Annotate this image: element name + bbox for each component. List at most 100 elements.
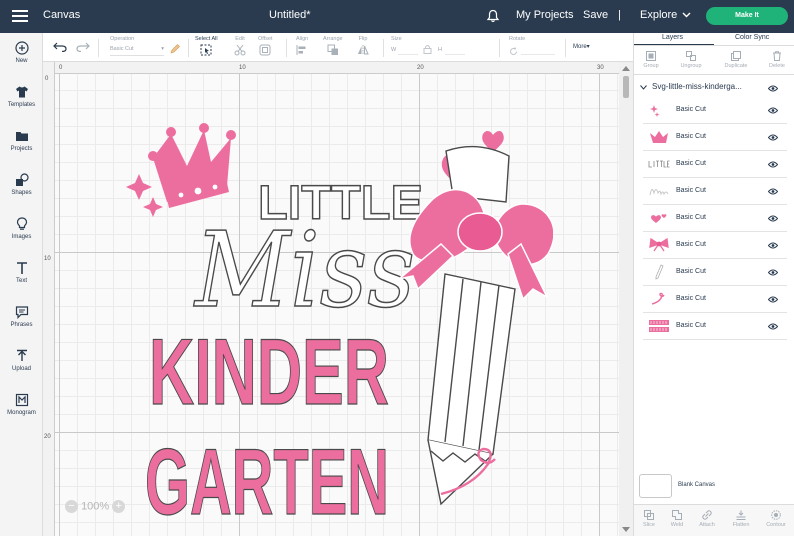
sidebar-item-text[interactable]: Text <box>0 261 43 301</box>
scroll-thumb[interactable] <box>623 76 629 98</box>
eye-icon[interactable] <box>768 323 778 330</box>
operation-label: Operation <box>110 36 135 42</box>
sidebar-item-projects[interactable]: Projects <box>0 129 43 169</box>
little-miss-kindergarten-artwork[interactable]: LITTLE Miss KINDER GARTEN <box>123 104 553 536</box>
weld-button[interactable]: Weld <box>661 510 693 528</box>
ungroup-icon <box>686 51 696 61</box>
sidebar-item-label: Images <box>11 234 32 240</box>
sidebar-item-new[interactable]: New <box>0 41 43 81</box>
explore-menu[interactable]: Explore <box>640 9 677 21</box>
layer-row[interactable]: Basic Cut <box>643 259 787 286</box>
layer-row[interactable]: Basic Cut <box>643 97 787 124</box>
arrange-button[interactable]: Arrange <box>323 36 343 56</box>
scroll-up-icon[interactable] <box>622 66 630 71</box>
duplicate-button[interactable]: Duplicate <box>716 51 756 69</box>
ruler-horizontal: 0 10 20 30 <box>43 62 619 74</box>
scroll-down-icon[interactable] <box>622 527 630 532</box>
more-menu[interactable]: More▾ <box>573 43 590 50</box>
toolbar-divider <box>565 39 566 57</box>
layer-row[interactable]: Basic Cut <box>643 286 787 313</box>
layer-row[interactable]: Basic Cut <box>643 232 787 259</box>
save-button[interactable]: Save <box>583 9 608 21</box>
height-input[interactable] <box>445 45 465 55</box>
rotate-input[interactable] <box>521 45 555 55</box>
eye-icon[interactable] <box>768 188 778 195</box>
eye-icon[interactable] <box>768 134 778 141</box>
sidebar-item-phrases[interactable]: Phrases <box>0 305 43 345</box>
sidebar-item-label: Monogram <box>7 410 36 416</box>
layer-row[interactable]: Basic Cut <box>643 313 787 340</box>
pen-color-icon[interactable] <box>170 44 180 54</box>
group-button[interactable]: Group <box>631 51 671 69</box>
eye-icon[interactable] <box>768 107 778 114</box>
my-projects-link[interactable]: My Projects <box>516 9 573 21</box>
layer-row[interactable]: Basic Cut <box>643 151 787 178</box>
eye-icon[interactable] <box>768 269 778 276</box>
select-all-icon <box>200 44 212 56</box>
document-title[interactable]: Untitled* <box>269 9 311 21</box>
sidebar-item-label: Projects <box>10 146 33 152</box>
zoom-out-button[interactable]: − <box>65 500 78 513</box>
attach-icon <box>702 510 712 520</box>
make-it-button[interactable]: Make It <box>706 7 788 25</box>
toolbar-divider <box>98 39 99 57</box>
arrange-icon <box>327 44 338 55</box>
blank-canvas-swatch[interactable] <box>639 474 672 498</box>
eye-icon[interactable] <box>768 215 778 222</box>
layer-group[interactable]: Svg-little-miss-kinderga... <box>634 79 794 97</box>
miss-text-thumbnail <box>649 189 669 196</box>
operation-select[interactable]: Basic Cut ▾ <box>110 46 164 56</box>
lock-icon[interactable] <box>423 44 432 54</box>
sidebar-item-monogram[interactable]: Monogram <box>0 393 43 433</box>
select-all-label: Select All <box>195 36 218 42</box>
toolbar-divider <box>286 39 287 57</box>
width-input[interactable] <box>398 45 418 55</box>
layer-name: Basic Cut <box>676 322 706 329</box>
sidebar-item-images[interactable]: Images <box>0 217 43 257</box>
chevron-down-icon[interactable] <box>640 85 647 90</box>
ungroup-button[interactable]: Ungroup <box>671 51 711 69</box>
layer-row[interactable]: Basic Cut <box>643 124 787 151</box>
attach-button[interactable]: Attach <box>691 510 723 528</box>
little-text-thumbnail <box>648 160 670 168</box>
select-all-button[interactable]: Select All <box>195 36 218 56</box>
eye-icon[interactable] <box>768 161 778 168</box>
offset-button[interactable]: Offset <box>258 36 273 56</box>
sparkles-shape <box>126 174 163 217</box>
tab-color-sync[interactable]: Color Sync <box>735 34 769 41</box>
layers-panel: Layers Color Sync Group Ungroup Duplicat… <box>633 33 794 536</box>
eye-icon[interactable] <box>768 242 778 249</box>
slice-label: Slice <box>643 522 655 528</box>
delete-button[interactable]: Delete <box>757 51 794 69</box>
layer-row[interactable]: Basic Cut <box>643 205 787 232</box>
topbar-separator: | <box>618 9 621 21</box>
sidebar-item-upload[interactable]: Upload <box>0 349 43 389</box>
sidebar-item-label: Upload <box>11 366 31 372</box>
sidebar-item-shapes[interactable]: Shapes <box>0 173 43 213</box>
operation-value: Basic Cut <box>110 46 134 52</box>
flatten-button[interactable]: Flatten <box>725 510 757 528</box>
sidebar-item-templates[interactable]: Templates <box>0 85 43 125</box>
align-button[interactable]: Align <box>296 36 308 56</box>
zoom-in-button[interactable]: + <box>112 500 126 513</box>
layer-name: Basic Cut <box>676 268 706 275</box>
design-space-app: Canvas Untitled* My Projects Save | Expl… <box>0 0 794 536</box>
tab-layers[interactable]: Layers <box>662 34 683 41</box>
chevron-down-icon[interactable] <box>682 12 691 18</box>
canvas-scrollbar[interactable] <box>619 62 633 536</box>
bell-icon[interactable] <box>486 9 500 23</box>
design-canvas[interactable]: 0 10 20 30 0 10 20 LITTLE Miss KINDER GA… <box>43 62 619 536</box>
bow-thumbnail <box>649 237 669 252</box>
contour-button[interactable]: Contour <box>760 510 792 528</box>
menu-icon[interactable] <box>12 10 28 22</box>
layer-row[interactable]: Basic Cut <box>643 178 787 205</box>
contour-label: Contour <box>766 522 786 528</box>
edit-button[interactable]: Edit <box>234 36 246 56</box>
plus-circle-icon <box>14 41 29 55</box>
eye-icon[interactable] <box>768 296 778 303</box>
blank-canvas-label: Blank Canvas <box>678 482 716 488</box>
redo-icon[interactable] <box>76 42 90 52</box>
undo-icon[interactable] <box>53 42 67 52</box>
flip-button[interactable]: Flip <box>357 36 369 56</box>
eye-icon[interactable] <box>768 85 778 92</box>
